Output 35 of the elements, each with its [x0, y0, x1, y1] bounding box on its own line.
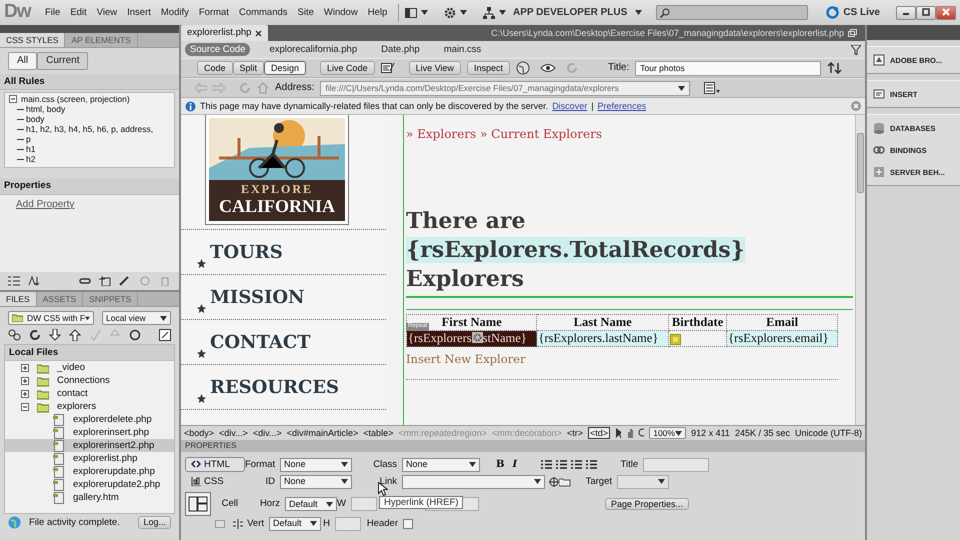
- field-label: Target: [584, 476, 613, 488]
- field-label: Format: [245, 458, 276, 470]
- download-size-text: 245K / 35 sec: [734, 428, 790, 438]
- section-header: Properties: [0, 178, 179, 195]
- title-label: Title:: [608, 62, 630, 74]
- field-label: Title: [620, 458, 640, 470]
- binding-text: {rsExplorers: [408, 331, 472, 346]
- heading-text: There are: [406, 207, 526, 236]
- separator-text: |: [591, 100, 594, 112]
- table-header-cell: Birthdate: [668, 314, 727, 331]
- panel-title: PROPERTIES: [185, 441, 236, 451]
- encoding-text: Unicode (UTF-8): [794, 428, 862, 438]
- field-label: Header: [366, 518, 399, 530]
- field-label: Link: [378, 476, 398, 488]
- field-label: W: [337, 498, 347, 510]
- heading-text: Explorers: [406, 265, 525, 294]
- field-label: Cell: [220, 498, 239, 510]
- status-text: File activity complete.: [29, 516, 120, 528]
- field-label: Vert: [246, 518, 265, 530]
- address-label: Address:: [275, 82, 314, 94]
- info-message: This page may have dynamically-related files that can only be discovered by the server.: [200, 100, 548, 112]
- logo-text: EXPLORE: [240, 182, 314, 196]
- field-label: H: [322, 518, 331, 530]
- field-label: ID: [264, 476, 276, 488]
- dynamic-binding: {rsExplorers.TotalRecords}: [406, 237, 745, 264]
- breadcrumb: » Explorers » Current Explorers: [406, 127, 603, 142]
- section-header: All Rules: [0, 74, 179, 90]
- section-header: Local Files: [5, 345, 174, 362]
- field-label: Class: [372, 458, 398, 470]
- field-label: Horz: [258, 498, 281, 510]
- app-logo: Dw: [4, 1, 32, 24]
- logo-text: CALIFORNIA: [218, 196, 335, 218]
- tooltip: Hyperlink (HREF): [379, 496, 464, 510]
- binding-text: stName}: [482, 331, 527, 346]
- file-path: C:\Users\Lynda.com\Desktop\Exercise Files\07_managingdata\explorers\explorerlist.php: [491, 28, 844, 38]
